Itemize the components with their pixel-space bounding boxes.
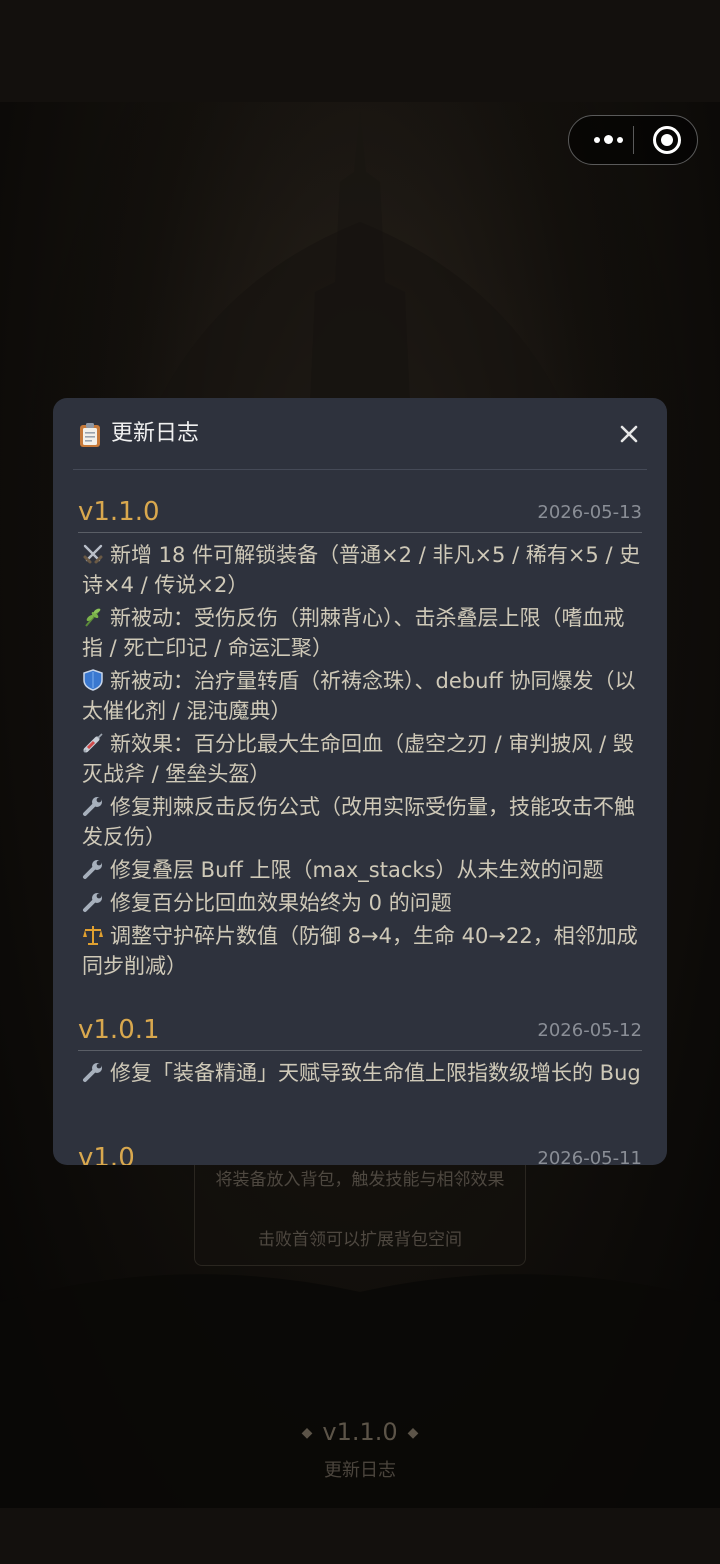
clipboard-icon [80, 423, 100, 447]
wrench-icon [82, 795, 104, 817]
mini-program-capsule [568, 115, 698, 165]
crossed-swords-icon [82, 543, 104, 565]
scales-icon [82, 924, 104, 946]
release-version: v1.0.1 [78, 1015, 160, 1045]
footer-version-label: v1.1.0 [322, 1418, 398, 1446]
entry-text: 调整守护碎片数值（防御 8→4，生命 40→22，相邻加成同步削减） [82, 924, 638, 978]
release-v1-0: v1.0 2026-05-11 [78, 1138, 642, 1165]
entry-text: 修复荆棘反击反伤公式（改用实际受伤量，技能攻击不触发反伤） [82, 795, 635, 849]
herb-icon [82, 606, 104, 628]
changelog-entry: 新效果：百分比最大生命回血（虚空之刃 / 审判披风 / 毁灭战斧 / 堡垒头盔） [78, 729, 642, 789]
wrench-icon [82, 1061, 104, 1083]
syringe-icon [82, 732, 104, 754]
release-date: 2026-05-13 [537, 502, 642, 523]
footer-changelog-link[interactable]: 更新日志 [0, 1456, 720, 1482]
changelog-entry: 修复叠层 Buff 上限（max_stacks）从未生效的问题 [78, 855, 642, 885]
diamond-icon: ◆ [301, 1425, 313, 1441]
release-v1-0-1: v1.0.1 2026-05-12 修复「装备精通」天赋导致生命值上限指数级增长… [78, 1010, 642, 1088]
changelog-entry: 新增 18 件可解锁装备（普通×2 / 非凡×5 / 稀有×5 / 史诗×4 /… [78, 540, 642, 600]
bottom-safe-area [0, 1508, 720, 1564]
release-date: 2026-05-12 [537, 1020, 642, 1041]
status-bar [0, 0, 720, 102]
entry-text: 修复「装备精通」天赋导致生命值上限指数级增长的 Bug [110, 1061, 641, 1085]
entry-text: 新增 18 件可解锁装备（普通×2 / 非凡×5 / 稀有×5 / 史诗×4 /… [82, 543, 641, 597]
release-header: v1.1.0 2026-05-13 [78, 492, 642, 533]
wrench-icon [82, 891, 104, 913]
footer-version[interactable]: ◆ v1.1.0 ◆ [0, 1418, 720, 1446]
modal-header: 更新日志 [53, 398, 667, 470]
more-dots-icon[interactable] [583, 116, 633, 163]
changelog-list[interactable]: v1.1.0 2026-05-13 新增 18 件可解锁装备（普通×2 / 非凡… [53, 470, 667, 1165]
changelog-entry: 调整守护碎片数值（防御 8→4，生命 40→22，相邻加成同步削减） [78, 921, 642, 981]
shield-icon [82, 669, 104, 691]
entry-text: 修复百分比回血效果始终为 0 的问题 [110, 891, 452, 915]
entry-text: 修复叠层 Buff 上限（max_stacks）从未生效的问题 [110, 858, 604, 882]
changelog-modal: 更新日志 v1.1.0 2026-05-13 新增 18 件可解锁装备（普通×2… [53, 398, 667, 1165]
release-date: 2026-05-11 [537, 1148, 642, 1165]
changelog-entry: 新被动：治疗量转盾（祈祷念珠）、debuff 协同爆发（以太催化剂 / 混沌魔典… [78, 666, 642, 726]
hint-text-1: 将装备放入背包，触发技能与相邻效果 [215, 1170, 505, 1190]
entry-text: 新效果：百分比最大生命回血（虚空之刃 / 审判披风 / 毁灭战斧 / 堡垒头盔） [82, 732, 634, 786]
hint-text-2: 击败首领可以扩展背包空间 [258, 1230, 462, 1250]
modal-title: 更新日志 [111, 421, 200, 446]
release-header: v1.0 2026-05-11 [78, 1138, 642, 1165]
release-v1-1-0: v1.1.0 2026-05-13 新增 18 件可解锁装备（普通×2 / 非凡… [78, 492, 642, 981]
entry-text: 新被动：治疗量转盾（祈祷念珠）、debuff 协同爆发（以太催化剂 / 混沌魔典… [82, 669, 636, 723]
release-version: v1.1.0 [78, 497, 160, 527]
capsule-divider [633, 126, 634, 154]
entry-text: 新被动：受伤反伤（荆棘背心）、击杀叠层上限（嗜血戒指 / 死亡印记 / 命运汇聚… [82, 606, 625, 660]
release-header: v1.0.1 2026-05-12 [78, 1010, 642, 1051]
changelog-entry: 修复百分比回血效果始终为 0 的问题 [78, 888, 642, 918]
changelog-entry: 修复荆棘反击反伤公式（改用实际受伤量，技能攻击不触发反伤） [78, 792, 642, 852]
changelog-entry: 新被动：受伤反伤（荆棘背心）、击杀叠层上限（嗜血戒指 / 死亡印记 / 命运汇聚… [78, 603, 642, 663]
diamond-icon: ◆ [407, 1425, 419, 1441]
wrench-icon [82, 858, 104, 880]
changelog-entry: 修复「装备精通」天赋导致生命值上限指数级增长的 Bug [78, 1058, 642, 1088]
release-version: v1.0 [78, 1143, 135, 1165]
close-icon[interactable] [617, 422, 641, 446]
target-icon[interactable] [653, 126, 681, 154]
